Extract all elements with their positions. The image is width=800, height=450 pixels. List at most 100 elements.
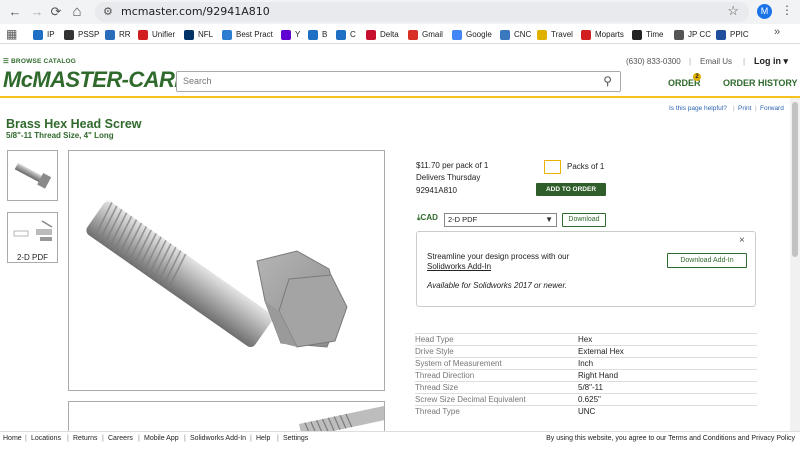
browser-toolbar: ← → ⟳ ⌂ ⚙ mcmaster.com/92941A810 ☆ M ⋮ [0, 0, 800, 24]
spec-key: Head Type [415, 333, 578, 346]
bookmark-item[interactable]: Google [452, 28, 492, 41]
bookmark-favicon-icon [408, 29, 418, 40]
spec-row: Thread Direction Right Hand [415, 369, 757, 382]
footer-link[interactable]: Locations [31, 435, 61, 442]
bookmark-item[interactable]: B [308, 28, 327, 41]
bookmark-favicon-icon [64, 29, 74, 40]
bookmark-favicon-icon [105, 29, 115, 40]
footer-link[interactable]: Returns [73, 435, 98, 442]
bookmark-item[interactable]: C [336, 28, 356, 41]
bookmark-favicon-icon [500, 29, 510, 40]
page-helpful-link[interactable]: Is this page helpful? [669, 105, 727, 112]
bookmark-item[interactable]: RR [105, 28, 131, 41]
footer-link[interactable]: Solidworks Add-In [190, 435, 246, 442]
spec-row: Thread Type UNC [415, 405, 757, 418]
scrollbar-thumb[interactable] [792, 102, 798, 257]
divider: | [67, 435, 69, 442]
bookmark-item[interactable]: Gmail [408, 28, 443, 41]
footer-link[interactable]: Help [256, 435, 270, 442]
home-button[interactable]: ⌂ [68, 3, 86, 21]
more-bookmarks-icon[interactable]: » [774, 26, 780, 38]
bookmark-item[interactable]: Delta [366, 28, 399, 41]
download-button[interactable]: Download [562, 213, 606, 227]
reload-button[interactable]: ⟳ [47, 3, 65, 21]
screw-thumbnail-icon [14, 163, 52, 189]
search-icon[interactable]: ⚲ [603, 74, 612, 88]
order-history-link[interactable]: ORDER HISTORY [723, 78, 798, 88]
address-bar[interactable]: ⚙ mcmaster.com/92941A810 ☆ [95, 2, 749, 22]
thumbnail-screw[interactable] [7, 150, 58, 201]
url-text[interactable]: mcmaster.com/92941A810 [121, 5, 270, 18]
bookmark-item[interactable]: Best Pract [222, 28, 273, 41]
spec-value: UNC [578, 405, 757, 418]
header-divider [0, 96, 800, 98]
divider: | [689, 57, 692, 66]
email-us-link[interactable]: Email Us [700, 57, 732, 66]
bookmark-item[interactable]: IP [33, 28, 55, 41]
promo-text: Streamline your design process with our [427, 252, 570, 261]
bookmark-item[interactable]: CNC [500, 28, 531, 41]
spec-row: Drive Style External Hex [415, 345, 757, 358]
bookmark-star-icon[interactable]: ☆ [727, 3, 739, 19]
bookmark-favicon-icon [581, 29, 591, 40]
add-to-order-button[interactable]: ADD TO ORDER [536, 183, 606, 196]
bookmark-label: Delta [380, 30, 399, 39]
solidworks-addin-link[interactable]: Solidworks Add-In [427, 262, 491, 271]
bookmark-item[interactable]: Moparts [581, 28, 624, 41]
site-info-icon[interactable]: ⚙ [103, 5, 113, 18]
mcmaster-logo[interactable]: McMASTER-CARR. [3, 67, 196, 93]
delivery-estimate: Delivers Thursday [416, 173, 481, 182]
bookmark-item[interactable]: JP CC [674, 28, 711, 41]
bookmark-favicon-icon [452, 29, 462, 40]
spec-value: Inch [578, 357, 757, 370]
apps-grid-icon[interactable]: ▦ [6, 27, 17, 41]
close-icon[interactable]: × [739, 235, 745, 246]
footer-link[interactable]: Careers [108, 435, 133, 442]
browse-catalog-link[interactable]: ☰ BROWSE CATALOG [3, 57, 76, 65]
page-scrollbar[interactable] [790, 98, 800, 431]
bookmark-item[interactable]: Unifier [138, 28, 175, 41]
terms-consent-text[interactable]: By using this website, you agree to our … [546, 435, 795, 442]
packs-label: Packs of 1 [567, 162, 605, 171]
bookmark-favicon-icon [336, 29, 346, 40]
bookmark-label: Moparts [595, 30, 624, 39]
download-addin-button[interactable]: Download Add-In [667, 253, 747, 268]
bookmark-label: B [322, 30, 328, 39]
cad-format-select[interactable]: 2-D PDF ▼ [444, 213, 557, 227]
bookmark-item[interactable]: PPIC [716, 28, 749, 41]
thumbnail-2d-pdf[interactable]: 2-D PDF [7, 212, 58, 263]
page-title: Brass Hex Head Screw [6, 117, 142, 131]
footer-link[interactable]: Mobile App [144, 435, 179, 442]
spec-key: Thread Type [415, 405, 578, 418]
login-menu[interactable]: Log in ▾ [754, 56, 788, 67]
spec-row: Thread Size 5/8"-11 [415, 381, 757, 394]
print-link[interactable]: Print [738, 105, 751, 112]
footer-link[interactable]: Settings [283, 435, 308, 442]
profile-avatar[interactable]: M [757, 4, 772, 19]
page-subtitle: 5/8"-11 Thread Size, 4" Long [6, 131, 114, 140]
phone-number: (630) 833-0300 [626, 57, 681, 66]
bookmark-item[interactable]: NFL [184, 28, 213, 41]
divider: | [733, 105, 735, 112]
bookmark-item[interactable]: Y [281, 28, 300, 41]
cad-label: CAD [420, 213, 438, 222]
forward-link[interactable]: Forward [760, 105, 784, 112]
search-input[interactable]: Search ⚲ [176, 71, 621, 92]
bookmark-item[interactable]: Travel [537, 28, 573, 41]
bookmark-item[interactable]: PSSP [64, 28, 99, 41]
divider: | [250, 435, 252, 442]
divider: | [25, 435, 27, 442]
spec-row: System of Measurement Inch [415, 357, 757, 370]
back-button[interactable]: ← [6, 3, 24, 21]
bookmark-label: Unifier [152, 30, 176, 39]
spec-key: System of Measurement [415, 357, 578, 370]
quantity-input[interactable] [544, 160, 561, 174]
divider: | [138, 435, 140, 442]
browser-menu-icon[interactable]: ⋮ [781, 3, 793, 17]
footer-link[interactable]: Home [3, 435, 22, 442]
divider: | [755, 105, 757, 112]
cad-icon: ⤓CAD [417, 213, 438, 222]
bookmark-item[interactable]: Time [632, 28, 663, 41]
forward-button[interactable]: → [28, 3, 46, 21]
spec-table: Head Type Hex Drive Style External Hex Syste… [415, 333, 757, 418]
